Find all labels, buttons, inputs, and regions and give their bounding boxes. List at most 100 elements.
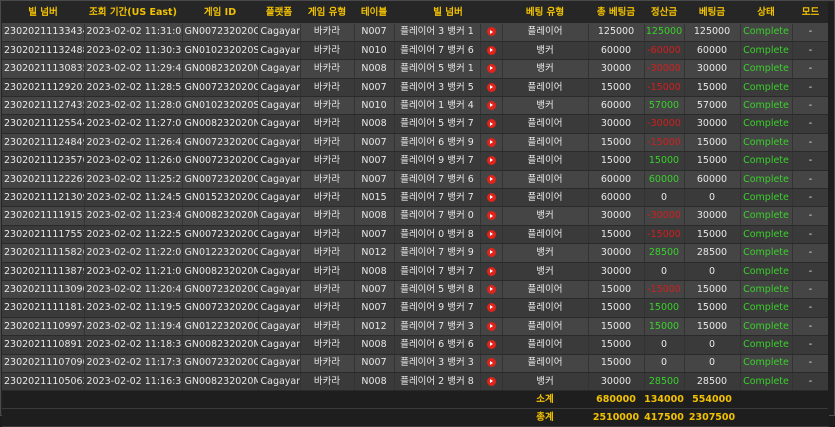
table-row[interactable]: 2302021110891112023-02-02 11:18:34GN0082…: [2, 335, 830, 355]
play-video-icon[interactable]: [486, 284, 496, 294]
cell-total-bet: 30000: [588, 262, 645, 281]
cell-bill-no: 플레이어 7 뱅커 3: [394, 317, 481, 337]
play-video-icon[interactable]: [486, 266, 496, 276]
cell-bet-amount: 60000: [684, 170, 741, 190]
cell-game-type: 바카라: [300, 133, 355, 153]
cell-bet-type: 뱅커: [502, 262, 589, 281]
cell-table: N007: [354, 298, 395, 318]
cell-settle: 0: [644, 262, 685, 281]
play-video-icon[interactable]: [486, 192, 496, 202]
col-header-bill-no[interactable]: 빌 넘버: [394, 2, 502, 24]
cell-total-bet: 15000: [588, 298, 645, 318]
cell-game-type: 바카라: [300, 59, 355, 79]
cell-time: 2023-02-02 11:18:34: [84, 335, 183, 355]
table-row[interactable]: 2302021111309072023-02-02 11:20:42GN0072…: [2, 280, 830, 300]
table-row[interactable]: 2302021112130972023-02-02 11:24:51GN0152…: [2, 188, 830, 208]
cell-table: N007: [354, 225, 395, 245]
table-row[interactable]: 2302021112226912023-02-02 11:25:20GN0072…: [2, 170, 830, 190]
cell-status: Complete: [740, 23, 793, 42]
play-video-icon[interactable]: [486, 174, 496, 184]
col-header-game-type[interactable]: 게임 유형: [300, 2, 354, 24]
cell-bet-amount: 15000: [684, 280, 741, 300]
col-header-bet-no[interactable]: 빌 넘버: [2, 2, 84, 24]
table-row[interactable]: 2302021111387972023-02-02 11:21:08GN0082…: [2, 262, 830, 281]
vertical-scrollbar[interactable]: [828, 2, 834, 415]
cell-platform: Cagayan: [258, 114, 301, 134]
col-header-table[interactable]: 테이블: [354, 2, 394, 24]
col-header-total-bet[interactable]: 총 베팅금: [588, 2, 644, 24]
play-video-icon[interactable]: [486, 340, 496, 350]
table-row[interactable]: 2302021111582672023-02-02 11:22:05GN0122…: [2, 243, 830, 263]
cell-bet-type: 플레이어: [502, 225, 589, 245]
cell-play: [480, 114, 503, 134]
col-header-time[interactable]: 조회 기간(US East): [84, 2, 182, 24]
cell-settle: -15000: [644, 133, 685, 153]
cell-game-type: 바카라: [300, 78, 355, 98]
cell-platform: Cagayan: [258, 317, 301, 337]
table-row[interactable]: 2302021110997462023-02-02 11:19:47GN0122…: [2, 317, 830, 337]
play-video-icon[interactable]: [486, 82, 496, 92]
cell-bet-type: 플레이어: [502, 114, 589, 134]
cell-time: 2023-02-02 11:21:08: [84, 262, 183, 281]
cell-platform: Cagayan: [258, 23, 301, 42]
play-video-icon[interactable]: [486, 321, 496, 331]
col-header-mode[interactable]: 모드: [792, 2, 829, 24]
play-video-icon[interactable]: [486, 137, 496, 147]
cell-table: N007: [354, 133, 395, 153]
cell-bet-no: 230202111070905: [2, 354, 85, 373]
play-video-icon[interactable]: [486, 27, 496, 37]
cell-bet-amount: 60000: [684, 41, 741, 61]
col-header-settle[interactable]: 정산금: [644, 2, 684, 24]
play-video-icon[interactable]: [486, 358, 496, 368]
cell-total-bet: 30000: [588, 206, 645, 226]
table-row[interactable]: 2302021112357082023-02-02 11:26:04GN0072…: [2, 151, 830, 171]
table-body: 2302021113343452023-02-02 11:31:05GN0072…: [2, 23, 830, 427]
cell-platform: Cagayan: [258, 206, 301, 226]
play-video-icon[interactable]: [486, 119, 496, 129]
cell-platform: Cagayan: [258, 170, 301, 190]
play-video-icon[interactable]: [486, 248, 496, 258]
table-row[interactable]: 2302021111915122023-02-02 11:23:48GN0082…: [2, 206, 830, 226]
cell-game-type: 바카라: [300, 262, 355, 281]
cell-mode: -: [792, 243, 830, 263]
play-video-icon[interactable]: [486, 303, 496, 313]
table-row[interactable]: 2302021111755752023-02-02 11:22:58GN0072…: [2, 225, 830, 245]
table-row[interactable]: 2302021113248842023-02-02 11:30:37GN0102…: [2, 41, 830, 61]
col-header-bet-amount[interactable]: 베팅금: [684, 2, 740, 24]
col-header-bet-type[interactable]: 베팅 유형: [502, 2, 588, 24]
cell-bill-no: 플레이어 3 뱅커 3: [394, 354, 481, 373]
cell-bet-amount: 15000: [684, 317, 741, 337]
cell-total-bet: 15000: [588, 225, 645, 245]
table-row[interactable]: 2302021112554472023-02-02 11:27:08GN0082…: [2, 114, 830, 134]
play-video-icon[interactable]: [486, 229, 496, 239]
play-video-icon[interactable]: [486, 101, 496, 110]
col-header-status[interactable]: 상태: [740, 2, 792, 24]
table-row[interactable]: 2302021111181452023-02-02 11:19:58GN0072…: [2, 298, 830, 318]
cell-bet-type: 뱅커: [502, 243, 589, 263]
play-video-icon[interactable]: [486, 64, 496, 74]
cell-table: N010: [354, 96, 395, 116]
cell-status: Complete: [740, 151, 793, 171]
table-row[interactable]: 2302021112743582023-02-02 11:28:04GN0102…: [2, 96, 830, 116]
cell-settle: -15000: [644, 225, 685, 245]
table-row[interactable]: 2302021113343452023-02-02 11:31:05GN0072…: [2, 23, 830, 42]
col-header-game-id[interactable]: 게임 ID: [182, 2, 258, 24]
cell-table: N015: [354, 188, 395, 208]
table-row[interactable]: 2302021110506282023-02-02 11:16:35GN0082…: [2, 372, 830, 392]
play-video-icon[interactable]: [486, 376, 496, 386]
cell-settle: -30000: [644, 114, 685, 134]
cell-table: N008: [354, 114, 395, 134]
play-video-icon[interactable]: [486, 211, 496, 221]
cell-platform: Cagayan: [258, 372, 301, 392]
play-video-icon[interactable]: [486, 156, 496, 166]
cell-settle: 0: [644, 188, 685, 208]
cell-bet-type: 플레이어: [502, 188, 589, 208]
table-row[interactable]: 2302021112920362023-02-02 11:28:56GN0072…: [2, 78, 830, 98]
play-video-icon[interactable]: [486, 45, 496, 55]
col-header-platform[interactable]: 플랫폼: [258, 2, 300, 24]
table-row[interactable]: 2302021110709052023-02-02 11:17:35GN0072…: [2, 354, 830, 373]
table-row[interactable]: 2302021112484902023-02-02 11:26:43GN0072…: [2, 133, 830, 153]
table-row[interactable]: 2302021113083522023-02-02 11:29:47GN0082…: [2, 59, 830, 79]
cell-bill-no: 플레이어 7 뱅커 7: [394, 262, 481, 281]
cell-play: [480, 262, 503, 281]
